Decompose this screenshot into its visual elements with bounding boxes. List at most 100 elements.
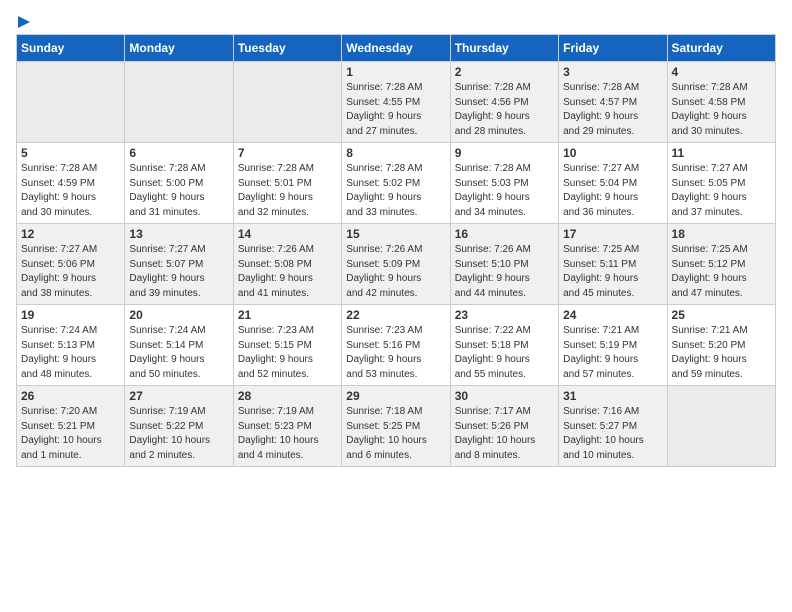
day-info: Sunrise: 7:19 AM Sunset: 5:22 PM Dayligh…	[129, 405, 228, 463]
day-info: Sunrise: 7:24 AM Sunset: 5:14 PM Dayligh…	[129, 324, 228, 382]
day-number: 21	[238, 308, 337, 322]
day-info: Sunrise: 7:25 AM Sunset: 5:11 PM Dayligh…	[563, 243, 662, 301]
calendar-week-row: 19 Sunrise: 7:24 AM Sunset: 5:13 PM Dayli…	[17, 305, 776, 386]
calendar-cell: 29Sunrise: 7:18 AM Sunset: 5:25 PM Dayli…	[342, 386, 450, 467]
calendar-cell: 19 Sunrise: 7:24 AM Sunset: 5:13 PM Dayli…	[17, 305, 125, 386]
day-info: Sunrise: 7:28 AM Sunset: 4:55 PM Dayligh…	[346, 81, 445, 139]
weekday-header: Saturday	[667, 35, 775, 62]
calendar-cell: 5 Sunrise: 7:28 AM Sunset: 4:59 PM Daylig…	[17, 143, 125, 224]
calendar-cell: 1Sunrise: 7:28 AM Sunset: 4:55 PM Daylig…	[342, 62, 450, 143]
day-number: 15	[346, 227, 445, 241]
page-container: SundayMondayTuesdayWednesdayThursdayFrid…	[0, 0, 792, 477]
weekday-header: Friday	[559, 35, 667, 62]
calendar-cell: 31Sunrise: 7:16 AM Sunset: 5:27 PM Dayli…	[559, 386, 667, 467]
calendar-cell: 21 Sunrise: 7:23 AM Sunset: 5:15 PM Dayli…	[233, 305, 341, 386]
day-info: Sunrise: 7:23 AM Sunset: 5:16 PM Dayligh…	[346, 324, 445, 382]
day-number: 28	[238, 389, 337, 403]
calendar-cell: 22 Sunrise: 7:23 AM Sunset: 5:16 PM Dayli…	[342, 305, 450, 386]
calendar-cell: 2 Sunrise: 7:28 AM Sunset: 4:56 PM Daylig…	[450, 62, 558, 143]
day-info: Sunrise: 7:28 AM Sunset: 4:56 PM Dayligh…	[455, 81, 554, 139]
day-info: Sunrise: 7:28 AM Sunset: 5:02 PM Dayligh…	[346, 162, 445, 220]
day-info: Sunrise: 7:23 AM Sunset: 5:15 PM Dayligh…	[238, 324, 337, 382]
logo	[16, 16, 30, 28]
day-number: 11	[672, 146, 771, 160]
calendar-week-row: 1Sunrise: 7:28 AM Sunset: 4:55 PM Daylig…	[17, 62, 776, 143]
calendar-cell	[125, 62, 233, 143]
day-number: 6	[129, 146, 228, 160]
calendar-cell: 10 Sunrise: 7:27 AM Sunset: 5:04 PM Dayli…	[559, 143, 667, 224]
calendar-cell: 7Sunrise: 7:28 AM Sunset: 5:01 PM Daylig…	[233, 143, 341, 224]
day-number: 2	[455, 65, 554, 79]
calendar-cell: 23 Sunrise: 7:22 AM Sunset: 5:18 PM Dayli…	[450, 305, 558, 386]
day-info: Sunrise: 7:28 AM Sunset: 4:58 PM Dayligh…	[672, 81, 771, 139]
day-info: Sunrise: 7:27 AM Sunset: 5:06 PM Dayligh…	[21, 243, 120, 301]
day-info: Sunrise: 7:27 AM Sunset: 5:04 PM Dayligh…	[563, 162, 662, 220]
calendar-cell: 12 Sunrise: 7:27 AM Sunset: 5:06 PM Dayli…	[17, 224, 125, 305]
day-number: 10	[563, 146, 662, 160]
calendar-cell: 9Sunrise: 7:28 AM Sunset: 5:03 PM Daylig…	[450, 143, 558, 224]
day-number: 18	[672, 227, 771, 241]
calendar-table: SundayMondayTuesdayWednesdayThursdayFrid…	[16, 34, 776, 467]
calendar-cell: 26Sunrise: 7:20 AM Sunset: 5:21 PM Dayli…	[17, 386, 125, 467]
weekday-header: Thursday	[450, 35, 558, 62]
day-info: Sunrise: 7:17 AM Sunset: 5:26 PM Dayligh…	[455, 405, 554, 463]
day-number: 17	[563, 227, 662, 241]
day-number: 31	[563, 389, 662, 403]
day-info: Sunrise: 7:19 AM Sunset: 5:23 PM Dayligh…	[238, 405, 337, 463]
day-info: Sunrise: 7:21 AM Sunset: 5:20 PM Dayligh…	[672, 324, 771, 382]
day-info: Sunrise: 7:21 AM Sunset: 5:19 PM Dayligh…	[563, 324, 662, 382]
day-number: 25	[672, 308, 771, 322]
day-info: Sunrise: 7:28 AM Sunset: 5:03 PM Dayligh…	[455, 162, 554, 220]
weekday-header: Monday	[125, 35, 233, 62]
weekday-header: Wednesday	[342, 35, 450, 62]
day-info: Sunrise: 7:28 AM Sunset: 5:01 PM Dayligh…	[238, 162, 337, 220]
header	[16, 16, 776, 28]
calendar-cell: 20Sunrise: 7:24 AM Sunset: 5:14 PM Dayli…	[125, 305, 233, 386]
calendar-week-row: 12 Sunrise: 7:27 AM Sunset: 5:06 PM Dayli…	[17, 224, 776, 305]
day-info: Sunrise: 7:28 AM Sunset: 4:59 PM Dayligh…	[21, 162, 120, 220]
calendar-cell: 15Sunrise: 7:26 AM Sunset: 5:09 PM Dayli…	[342, 224, 450, 305]
weekday-header: Tuesday	[233, 35, 341, 62]
calendar-cell: 11 Sunrise: 7:27 AM Sunset: 5:05 PM Dayli…	[667, 143, 775, 224]
day-number: 5	[21, 146, 120, 160]
day-info: Sunrise: 7:27 AM Sunset: 5:07 PM Dayligh…	[129, 243, 228, 301]
day-number: 8	[346, 146, 445, 160]
day-info: Sunrise: 7:26 AM Sunset: 5:10 PM Dayligh…	[455, 243, 554, 301]
day-info: Sunrise: 7:28 AM Sunset: 5:00 PM Dayligh…	[129, 162, 228, 220]
day-number: 26	[21, 389, 120, 403]
calendar-cell	[233, 62, 341, 143]
day-number: 13	[129, 227, 228, 241]
day-info: Sunrise: 7:22 AM Sunset: 5:18 PM Dayligh…	[455, 324, 554, 382]
logo-icon	[18, 16, 30, 28]
calendar-cell	[17, 62, 125, 143]
calendar-cell: 25 Sunrise: 7:21 AM Sunset: 5:20 PM Dayli…	[667, 305, 775, 386]
day-number: 19	[21, 308, 120, 322]
calendar-cell: 13 Sunrise: 7:27 AM Sunset: 5:07 PM Dayli…	[125, 224, 233, 305]
day-info: Sunrise: 7:24 AM Sunset: 5:13 PM Dayligh…	[21, 324, 120, 382]
calendar-cell: 8 Sunrise: 7:28 AM Sunset: 5:02 PM Daylig…	[342, 143, 450, 224]
calendar-cell: 3 Sunrise: 7:28 AM Sunset: 4:57 PM Daylig…	[559, 62, 667, 143]
day-number: 23	[455, 308, 554, 322]
day-info: Sunrise: 7:27 AM Sunset: 5:05 PM Dayligh…	[672, 162, 771, 220]
calendar-cell: 4 Sunrise: 7:28 AM Sunset: 4:58 PM Daylig…	[667, 62, 775, 143]
calendar-cell: 17 Sunrise: 7:25 AM Sunset: 5:11 PM Dayli…	[559, 224, 667, 305]
day-number: 4	[672, 65, 771, 79]
day-info: Sunrise: 7:28 AM Sunset: 4:57 PM Dayligh…	[563, 81, 662, 139]
calendar-header-row: SundayMondayTuesdayWednesdayThursdayFrid…	[17, 35, 776, 62]
calendar-cell: 24 Sunrise: 7:21 AM Sunset: 5:19 PM Dayli…	[559, 305, 667, 386]
day-number: 27	[129, 389, 228, 403]
calendar-cell: 30Sunrise: 7:17 AM Sunset: 5:26 PM Dayli…	[450, 386, 558, 467]
day-number: 12	[21, 227, 120, 241]
day-number: 24	[563, 308, 662, 322]
day-number: 16	[455, 227, 554, 241]
weekday-header: Sunday	[17, 35, 125, 62]
calendar-cell: 16 Sunrise: 7:26 AM Sunset: 5:10 PM Dayli…	[450, 224, 558, 305]
day-number: 22	[346, 308, 445, 322]
calendar-cell	[667, 386, 775, 467]
calendar-cell: 28 Sunrise: 7:19 AM Sunset: 5:23 PM Dayli…	[233, 386, 341, 467]
calendar-cell: 27 Sunrise: 7:19 AM Sunset: 5:22 PM Dayli…	[125, 386, 233, 467]
calendar-week-row: 26Sunrise: 7:20 AM Sunset: 5:21 PM Dayli…	[17, 386, 776, 467]
day-number: 3	[563, 65, 662, 79]
day-info: Sunrise: 7:18 AM Sunset: 5:25 PM Dayligh…	[346, 405, 445, 463]
day-info: Sunrise: 7:26 AM Sunset: 5:08 PM Dayligh…	[238, 243, 337, 301]
